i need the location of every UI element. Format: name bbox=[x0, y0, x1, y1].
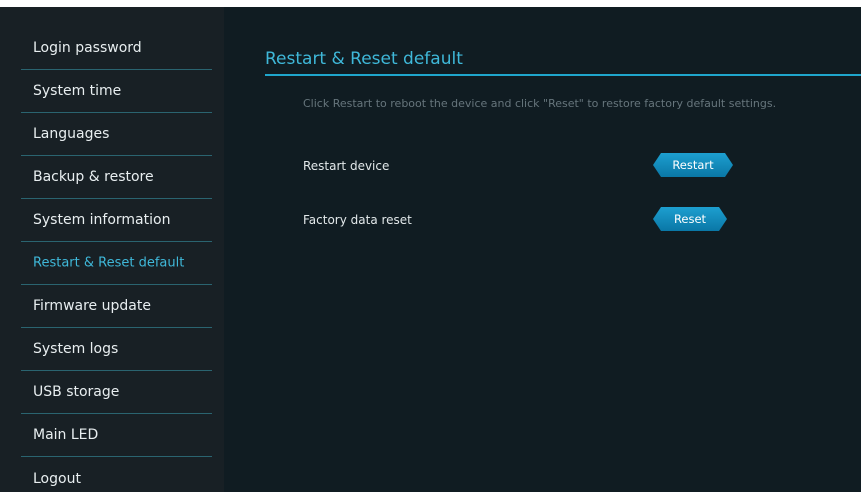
sidebar-item-backup-restore[interactable]: Backup & restore bbox=[21, 156, 212, 199]
sidebar-item-label: System logs bbox=[33, 341, 119, 357]
sidebar-item-label: Firmware update bbox=[33, 298, 151, 314]
sidebar-item-languages[interactable]: Languages bbox=[21, 113, 212, 156]
sidebar-item-system-time[interactable]: System time bbox=[21, 70, 212, 113]
sidebar-item-login-password[interactable]: Login password bbox=[21, 27, 212, 70]
sidebar-item-label: Languages bbox=[33, 126, 110, 142]
sidebar-item-label: System time bbox=[33, 83, 122, 99]
sidebar-item-main-led[interactable]: Main LED bbox=[21, 414, 212, 457]
main-panel: Restart & Reset default Click Restart to… bbox=[224, 7, 861, 492]
sidebar-item-system-information[interactable]: System information bbox=[21, 199, 212, 242]
sidebar-item-logout[interactable]: Logout bbox=[21, 457, 212, 500]
sidebar-item-usb-storage[interactable]: USB storage bbox=[21, 371, 212, 414]
sidebar-item-label: Backup & restore bbox=[33, 169, 154, 185]
restart-button[interactable]: Restart bbox=[653, 153, 733, 177]
title-divider bbox=[265, 74, 861, 76]
sidebar: Login password System time Languages Bac… bbox=[0, 7, 224, 492]
sidebar-item-system-logs[interactable]: System logs bbox=[21, 328, 212, 371]
sidebar-item-label: Logout bbox=[33, 470, 81, 487]
sidebar-item-label: USB storage bbox=[33, 384, 120, 400]
sidebar-item-label: Restart & Reset default bbox=[33, 255, 185, 271]
sidebar-item-label: Main LED bbox=[33, 427, 99, 443]
reset-button[interactable]: Reset bbox=[653, 207, 727, 231]
sidebar-item-firmware-update[interactable]: Firmware update bbox=[21, 285, 212, 328]
page-description: Click Restart to reboot the device and c… bbox=[303, 97, 777, 110]
page-title: Restart & Reset default bbox=[265, 49, 463, 69]
sidebar-item-restart-reset-default[interactable]: Restart & Reset default bbox=[21, 242, 212, 285]
sidebar-item-label: System information bbox=[33, 212, 171, 228]
factory-reset-label: Factory data reset bbox=[303, 213, 412, 227]
app-frame: Login password System time Languages Bac… bbox=[0, 0, 861, 492]
sidebar-item-label: Login password bbox=[33, 40, 142, 56]
restart-device-label: Restart device bbox=[303, 159, 390, 173]
